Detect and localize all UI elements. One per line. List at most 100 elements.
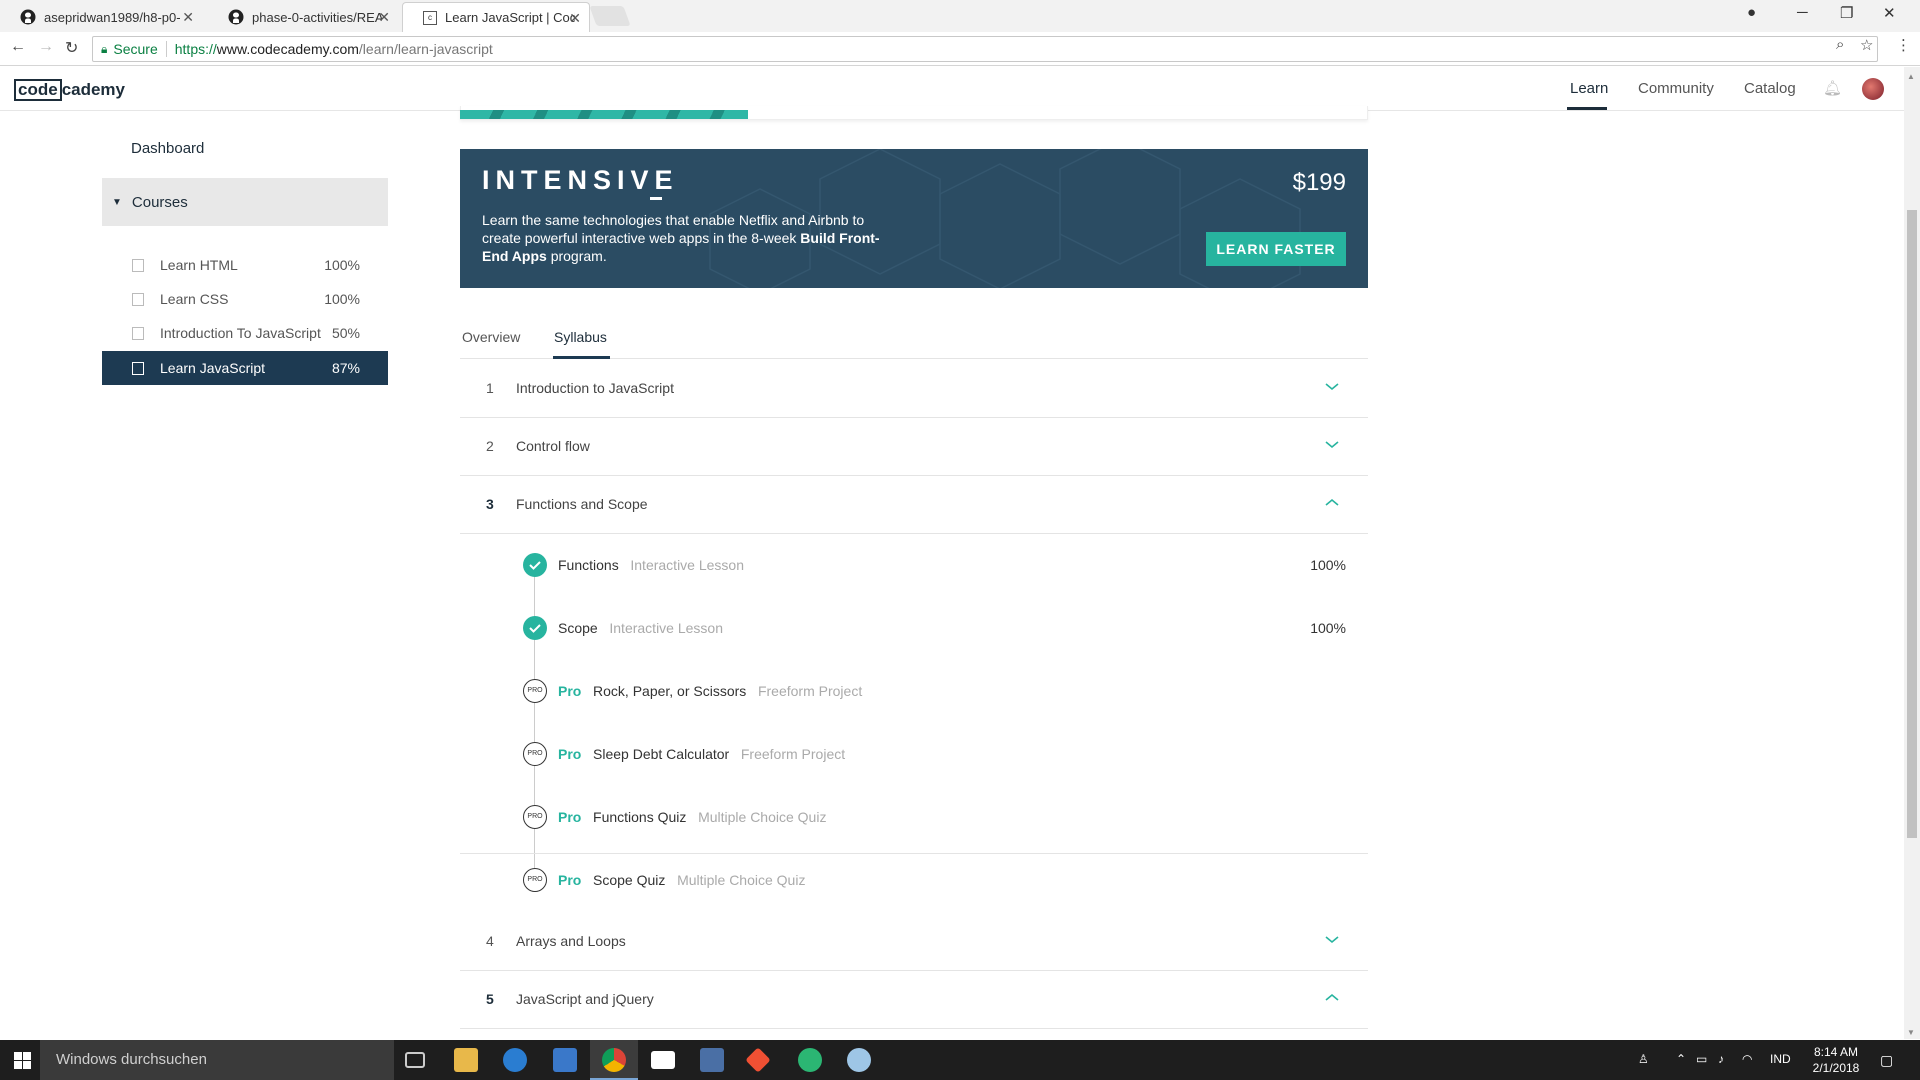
close-icon[interactable]: ✕ [569, 10, 581, 27]
back-icon[interactable]: ← [10, 38, 26, 56]
lesson-title: Scope [558, 620, 598, 636]
syllabus-unit-3[interactable]: 3 Functions and Scope [460, 476, 1368, 534]
unit-title: Control flow [516, 438, 590, 454]
forward-icon[interactable]: → [38, 38, 54, 56]
minimize-icon[interactable]: ─ [1797, 4, 1808, 21]
steam-icon[interactable] [700, 1048, 724, 1072]
close-window-icon[interactable]: ✕ [1883, 4, 1896, 22]
chevron-down-icon[interactable] [1324, 437, 1340, 453]
nav-learn[interactable]: Learn [1570, 80, 1608, 97]
scroll-up-icon[interactable]: ▲ [1907, 72, 1915, 81]
lesson-scope-quiz[interactable]: PRO Pro Scope Quiz Multiple Choice Quiz [520, 866, 1360, 896]
app-icon[interactable] [798, 1048, 822, 1072]
edge-icon[interactable] [503, 1048, 527, 1072]
intensive-title: INTENSIVE [482, 165, 679, 195]
battery-icon[interactable]: ▭ [1696, 1052, 1707, 1066]
pro-label: Pro [558, 683, 582, 699]
wifi-icon[interactable]: ◠ [1742, 1052, 1752, 1066]
tray-chevron-up-icon[interactable]: ⌃ [1676, 1052, 1686, 1066]
syllabus-unit-2[interactable]: 2 Control flow [460, 418, 1368, 476]
course-doc-icon [132, 258, 144, 272]
action-center-icon[interactable]: ▢ [1880, 1052, 1893, 1069]
courses-toggle[interactable]: ▼ Courses [102, 178, 388, 226]
tab-syllabus[interactable]: Syllabus [554, 329, 607, 345]
intensive-description: Learn the same technologies that enable … [482, 211, 882, 265]
sidebar-course-intro-js[interactable]: Introduction To JavaScript 50% [102, 316, 388, 350]
pro-label: Pro [558, 746, 582, 762]
lesson-functions[interactable]: Functions Interactive Lesson 100% [520, 551, 1360, 581]
pro-badge-icon: PRO [523, 868, 547, 892]
dashboard-link[interactable]: Dashboard [131, 140, 204, 157]
address-bar-row: ← → ↻ 🔒︎ Secure https:// www.codecademy.… [0, 32, 1920, 66]
lesson-sleep-debt-calculator[interactable]: PRO Pro Sleep Debt Calculator Freeform P… [520, 740, 1360, 770]
lesson-type: Freeform Project [740, 746, 846, 762]
syllabus-unit-5[interactable]: 5 JavaScript and jQuery [460, 971, 1368, 1029]
notification-bell-icon[interactable]: 🔔︎ [1823, 79, 1842, 97]
lesson-type: Interactive Lesson [630, 557, 744, 573]
unit-number: 3 [486, 496, 494, 512]
codecademy-favicon-icon: c [423, 10, 437, 25]
lesson-scope[interactable]: Scope Interactive Lesson 100% [520, 614, 1360, 644]
account-icon[interactable]: ● [1747, 4, 1756, 21]
store-icon[interactable] [553, 1048, 577, 1072]
tab-title: phase-0-activities/READ [252, 9, 382, 25]
course-name: Learn JavaScript [160, 360, 266, 376]
tab-overview[interactable]: Overview [462, 329, 520, 345]
course-percent: 50% [331, 325, 360, 341]
file-explorer-icon[interactable] [454, 1048, 478, 1072]
lesson-percent: 100% [1310, 557, 1346, 573]
intensive-banner: INTENSIVE Learn the same technologies th… [460, 149, 1368, 288]
pro-badge-icon: PRO [523, 805, 547, 829]
restore-icon[interactable]: ❐ [1840, 4, 1853, 22]
browser-tab-3[interactable]: c Learn JavaScript | Codec ✕ [402, 2, 590, 32]
nav-community[interactable]: Community [1638, 80, 1714, 97]
clock-date: 2/1/2018 [1812, 1061, 1860, 1075]
sidebar-course-learn-js[interactable]: Learn JavaScript 87% [102, 351, 388, 385]
scroll-down-icon[interactable]: ▼ [1907, 1028, 1915, 1037]
people-icon[interactable]: ♙ [1638, 1052, 1649, 1066]
browser-tab-1[interactable]: asepridwan1989/h8-p0- ✕ [0, 2, 202, 32]
course-name: Learn CSS [160, 291, 229, 307]
chevron-up-icon[interactable] [1324, 495, 1340, 511]
chevron-up-icon[interactable] [1324, 990, 1340, 1006]
pro-badge-icon: PRO [523, 679, 547, 703]
lesson-title: Functions Quiz [593, 809, 687, 825]
url-scheme: https:// [174, 41, 217, 57]
bookmark-star-icon[interactable]: ☆ [1860, 36, 1873, 54]
zoom-icon[interactable]: ⌕ [1836, 36, 1844, 53]
chevron-down-icon[interactable] [1324, 379, 1340, 395]
nav-active-underline [1567, 107, 1607, 110]
volume-icon[interactable]: ♪ [1718, 1052, 1724, 1066]
chevron-down-icon[interactable] [1324, 932, 1340, 948]
lesson-rock-paper-scissors[interactable]: PRO Pro Rock, Paper, or Scissors Freefor… [520, 677, 1360, 707]
close-icon[interactable]: ✕ [182, 9, 194, 26]
url-input[interactable]: 🔒︎ Secure https:// www.codecademy.com /l… [92, 36, 1878, 62]
sidebar-course-learn-html[interactable]: Learn HTML 100% [102, 248, 388, 282]
sidebar-course-learn-css[interactable]: Learn CSS 100% [102, 282, 388, 316]
windows-start-icon[interactable] [14, 1052, 31, 1069]
avatar[interactable] [1862, 78, 1884, 100]
taskbar-clock[interactable]: 8:14 AM 2/1/2018 [1806, 1044, 1866, 1076]
input-language[interactable]: IND [1770, 1052, 1791, 1066]
lesson-functions-quiz[interactable]: PRO Pro Functions Quiz Multiple Choice Q… [520, 803, 1360, 833]
codecademy-logo[interactable]: code cademy [14, 79, 125, 101]
menu-icon[interactable]: ⋮ [1896, 36, 1911, 54]
git-icon[interactable] [745, 1047, 771, 1073]
lesson-title: Scope Quiz [593, 872, 666, 888]
browser-tab-2[interactable]: phase-0-activities/READ ✕ [208, 2, 398, 32]
nav-catalog[interactable]: Catalog [1744, 80, 1796, 97]
task-view-icon[interactable] [405, 1052, 425, 1068]
paint-icon[interactable] [847, 1048, 871, 1072]
taskbar-search-input[interactable]: Windows durchsuchen [40, 1040, 394, 1080]
syllabus-unit-1[interactable]: 1 Introduction to JavaScript [460, 360, 1368, 418]
chrome-icon[interactable] [602, 1048, 626, 1072]
lock-icon: 🔒︎ [101, 41, 108, 56]
scrollbar-thumb[interactable] [1907, 210, 1917, 838]
learn-faster-button[interactable]: LEARN FASTER [1206, 232, 1346, 266]
mail-icon[interactable] [651, 1051, 675, 1069]
syllabus-unit-4[interactable]: 4 Arrays and Loops [460, 913, 1368, 971]
reload-icon[interactable]: ↻ [65, 38, 78, 58]
lesson-percent: 100% [1310, 620, 1346, 636]
close-icon[interactable]: ✕ [378, 9, 390, 26]
new-tab-button[interactable] [589, 6, 631, 26]
